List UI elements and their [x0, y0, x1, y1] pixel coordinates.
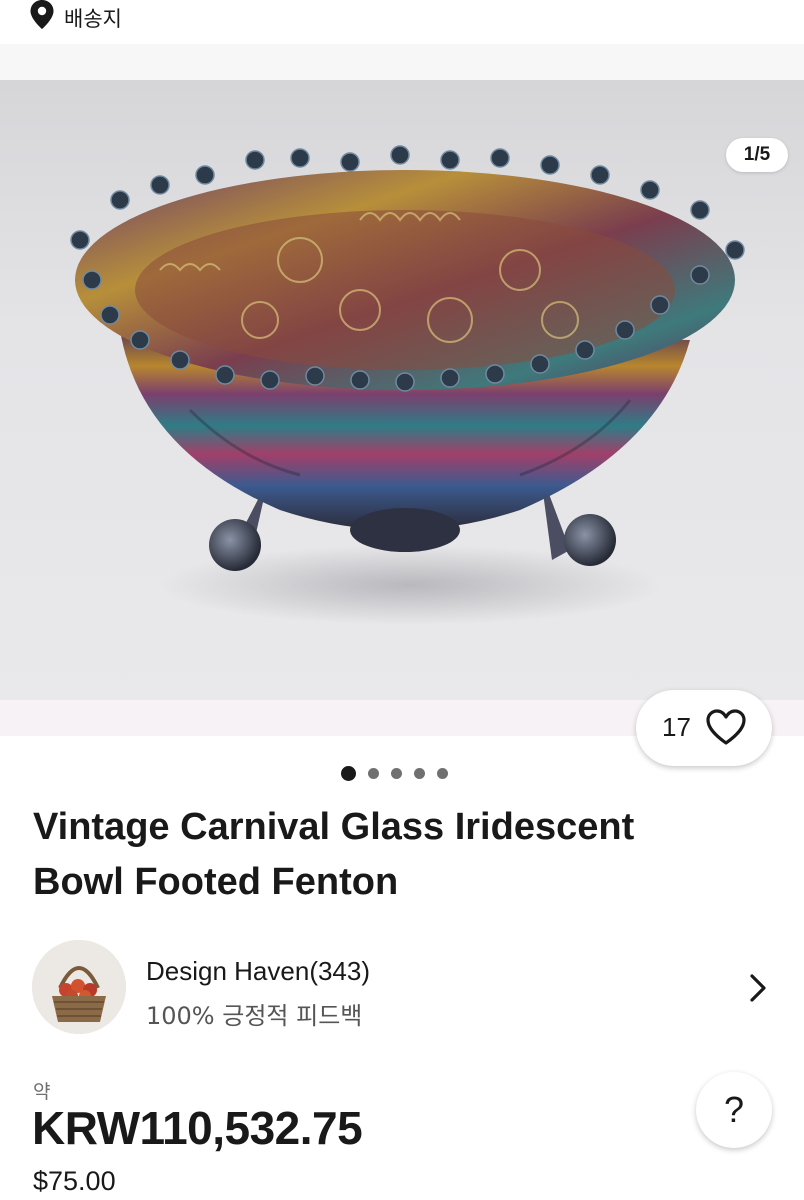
basket-avatar-image	[32, 940, 126, 1034]
help-button[interactable]: ?	[696, 1072, 772, 1148]
watch-count: 17	[662, 712, 691, 742]
approx-label: 약	[33, 1081, 51, 1103]
watch-button[interactable]: 17	[636, 690, 772, 766]
product-image	[70, 145, 745, 625]
price-original: $75.00	[33, 1166, 116, 1196]
seller-avatar[interactable]	[32, 940, 126, 1034]
pagination-dot-5[interactable]	[437, 767, 448, 779]
price-local: KRW110,532.75	[32, 1102, 363, 1154]
seller-feedback: 100% 긍정적 피드백	[146, 1002, 363, 1030]
carousel-pagination[interactable]	[341, 764, 448, 782]
listing-title: Vintage Carnival Glass Iridescent Bowl F…	[33, 806, 635, 903]
header-spacer	[0, 44, 804, 80]
location-pin-icon	[30, 0, 54, 29]
heart-outline-icon	[706, 709, 746, 745]
pagination-dot-3[interactable]	[391, 767, 402, 779]
chevron-right-icon[interactable]	[746, 970, 770, 1006]
location-bar[interactable]: 배송지	[0, 0, 804, 44]
pagination-dot-4[interactable]	[414, 767, 425, 779]
product-image-carousel[interactable]: 1/5	[0, 80, 804, 700]
seller-name[interactable]: Design Haven(343)	[146, 956, 370, 987]
pagination-dot-2[interactable]	[368, 767, 379, 779]
location-label: 배송지	[64, 7, 122, 31]
pagination-dot-1[interactable]	[341, 765, 356, 781]
image-counter: 1/5	[726, 138, 788, 172]
